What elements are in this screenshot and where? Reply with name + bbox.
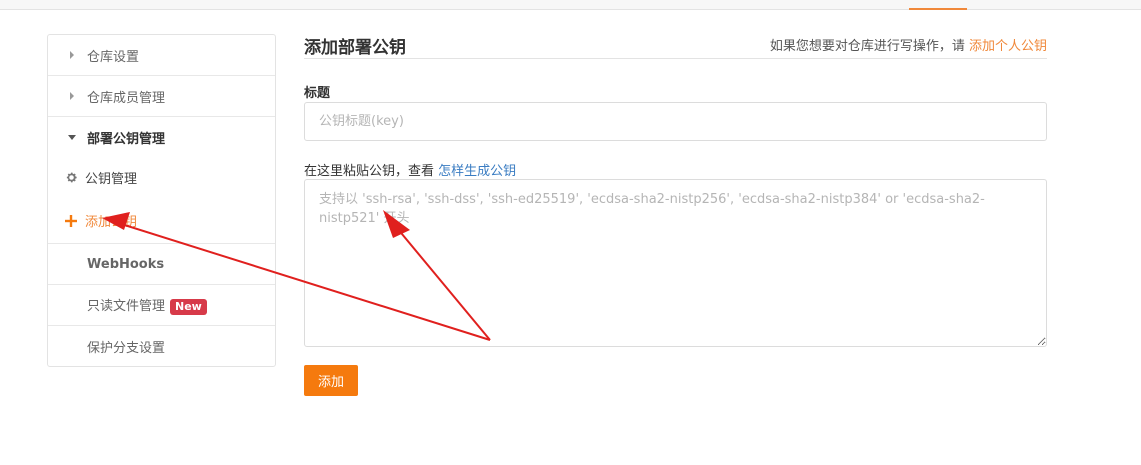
sidebar-item-webhooks[interactable]: WebHooks [48, 244, 275, 285]
sidebar-item-protected-branches[interactable]: 保护分支设置 [48, 326, 275, 367]
sidebar-item-label: 仓库设置 [87, 49, 140, 65]
how-to-generate-key-link[interactable]: 怎样生成公钥 [438, 164, 516, 179]
page-title: 添加部署公钥 [304, 38, 406, 58]
sidebar-item-label: 部署公钥管理 [87, 132, 166, 147]
key-title-input[interactable] [304, 102, 1047, 141]
sidebar-item-deploy-keys[interactable]: 部署公钥管理 [48, 117, 275, 158]
add-key-button[interactable]: 添加 [304, 365, 358, 396]
sidebar-item-repo-settings[interactable]: 仓库设置 [48, 35, 275, 76]
sidebar-item-label: 保护分支设置 [87, 341, 166, 356]
new-badge: New [170, 299, 207, 315]
title-field-label: 标题 [304, 86, 331, 101]
sidebar-item-label-wrap: 只读文件管理 New [87, 295, 207, 315]
gear-icon [64, 171, 78, 185]
header-hint-text: 如果您想要对仓库进行写操作，请 [769, 39, 969, 54]
sidebar-subitem-key-management[interactable]: 公钥管理 [48, 157, 275, 198]
settings-sidebar: 仓库设置 仓库成员管理 部署公钥管理 公钥管理 添加公钥 WebHooks 只读… [47, 34, 276, 367]
sidebar-item-repo-members[interactable]: 仓库成员管理 [48, 76, 275, 117]
add-personal-key-link[interactable]: 添加个人公钥 [969, 39, 1047, 54]
key-field-label-text: 在这里粘贴公钥，查看 [304, 164, 439, 179]
sidebar-item-readonly-files[interactable]: 只读文件管理 New [48, 285, 275, 326]
key-field-label: 在这里粘贴公钥，查看 怎样生成公钥 [304, 160, 516, 179]
public-key-textarea[interactable] [304, 179, 1047, 347]
active-tab-indicator [909, 8, 967, 10]
sidebar-item-label: 只读文件管理 [87, 299, 166, 314]
header-hint: 如果您想要对仓库进行写操作，请 添加个人公钥 [770, 35, 1047, 54]
caret-right-icon [68, 50, 76, 60]
caret-right-icon [68, 91, 76, 101]
header-divider [304, 58, 1047, 59]
sidebar-item-label: 添加公钥 [85, 215, 138, 230]
sidebar-item-label: 仓库成员管理 [87, 90, 166, 106]
sidebar-subitem-add-key[interactable]: 添加公钥 [48, 198, 275, 244]
sidebar-item-label: 公钥管理 [85, 172, 138, 187]
plus-icon [64, 214, 78, 228]
caret-down-icon [68, 133, 76, 143]
sidebar-item-label: WebHooks [87, 256, 165, 272]
top-bar [0, 0, 1141, 10]
